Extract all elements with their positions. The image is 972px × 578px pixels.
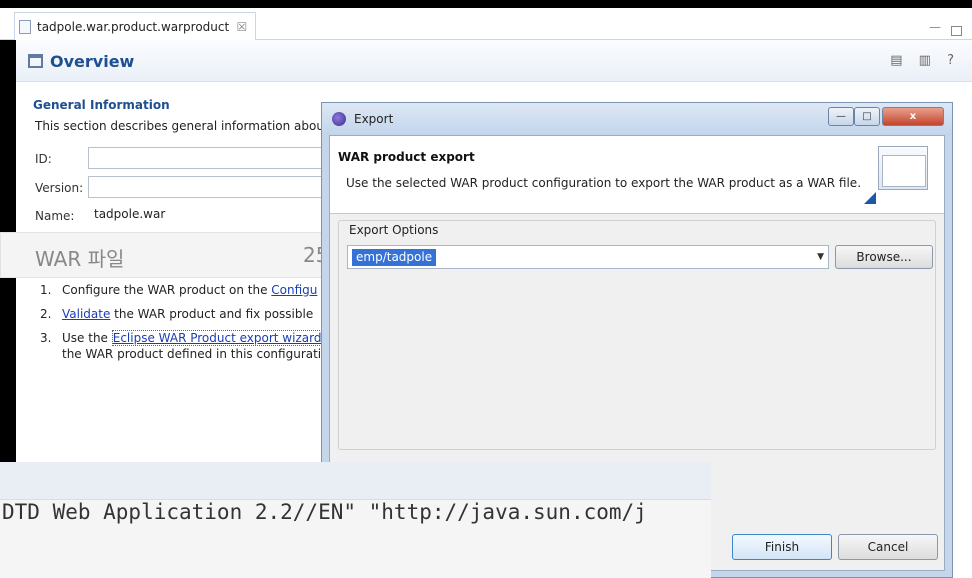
validate-link[interactable]: Validate bbox=[62, 307, 110, 321]
finish-button[interactable]: Finish bbox=[732, 534, 832, 560]
product-file-icon bbox=[19, 20, 31, 34]
export-options-group: Export Options emp/tadpole ▼ Browse... bbox=[338, 220, 936, 450]
section-title: General Information bbox=[33, 98, 170, 112]
doctype-line: DTD Web Application 2.2//EN" "http://jav… bbox=[2, 500, 647, 524]
version-label: Version: bbox=[35, 181, 84, 195]
step-item: 2. Validate the WAR product and fix possi… bbox=[40, 307, 313, 321]
maximize-icon[interactable] bbox=[951, 26, 962, 36]
name-field[interactable]: tadpole.war bbox=[88, 204, 328, 226]
export-wizard-link[interactable]: Eclipse WAR Product export wizard bbox=[111, 330, 323, 346]
eclipse-icon bbox=[332, 112, 346, 126]
overview-icon bbox=[28, 54, 43, 68]
dialog-minimize-button[interactable]: — bbox=[828, 107, 854, 126]
wizard-banner-icon bbox=[878, 146, 928, 190]
dialog-maximize-button[interactable]: □ bbox=[854, 107, 880, 126]
version-field[interactable] bbox=[88, 176, 328, 198]
editor-tab-title: tadpole.war.product.warproduct bbox=[37, 20, 230, 34]
name-label: Name: bbox=[35, 209, 75, 223]
editor-tab-bar: tadpole.war.product.warproduct ☒ — bbox=[0, 8, 972, 40]
step-item: 3. Use the Eclipse WAR Product export wiz… bbox=[40, 330, 323, 346]
form-title: Overview bbox=[50, 52, 135, 71]
code-snippet-header bbox=[0, 462, 711, 500]
cancel-button[interactable]: Cancel bbox=[838, 534, 938, 560]
info-corner-icon bbox=[864, 192, 876, 204]
id-field[interactable] bbox=[88, 147, 328, 169]
chevron-down-icon[interactable]: ▼ bbox=[817, 252, 824, 262]
dialog-window-controls: — □ x bbox=[828, 107, 946, 126]
dialog-titlebar[interactable]: Export — □ x bbox=[322, 103, 952, 135]
tab-close-icon[interactable]: ☒ bbox=[236, 13, 247, 41]
step-text: Configure the WAR product on the bbox=[62, 283, 272, 297]
browse-button[interactable]: Browse... bbox=[835, 245, 933, 269]
configure-link[interactable]: Configu bbox=[271, 283, 317, 297]
section-description: This section describes general informati… bbox=[35, 119, 324, 133]
step-continuation: the WAR product defined in this configur… bbox=[62, 347, 322, 361]
step-number: 2. bbox=[40, 307, 52, 321]
minimize-icon[interactable]: — bbox=[929, 20, 941, 34]
destination-combo[interactable]: emp/tadpole ▼ bbox=[347, 245, 829, 269]
wizard-description: Use the selected WAR product configurati… bbox=[346, 176, 862, 190]
step-text: Use the bbox=[62, 331, 112, 345]
dialog-close-button[interactable]: x bbox=[882, 107, 944, 126]
war-file-name: WAR 파일 bbox=[35, 247, 125, 271]
dialog-title: Export bbox=[354, 112, 394, 126]
editor-tab[interactable]: tadpole.war.product.warproduct ☒ bbox=[14, 12, 257, 41]
step-number: 3. bbox=[40, 331, 52, 345]
header-toolbar-icons[interactable]: ▤ ▥ ? bbox=[890, 53, 960, 68]
code-snippet: DTD Web Application 2.2//EN" "http://jav… bbox=[0, 462, 711, 578]
step-text: the WAR product and fix possible bbox=[110, 307, 314, 321]
wizard-banner: WAR product export Use the selected WAR … bbox=[330, 136, 944, 214]
step-item: 1. Configure the WAR product on the Confi… bbox=[40, 283, 317, 297]
export-options-label: Export Options bbox=[347, 223, 441, 237]
form-header: Overview ▤ ▥ ? bbox=[16, 40, 972, 82]
id-label: ID: bbox=[35, 152, 52, 166]
step-number: 1. bbox=[40, 283, 52, 297]
wizard-title: WAR product export bbox=[338, 150, 475, 164]
destination-value[interactable]: emp/tadpole bbox=[352, 249, 437, 266]
